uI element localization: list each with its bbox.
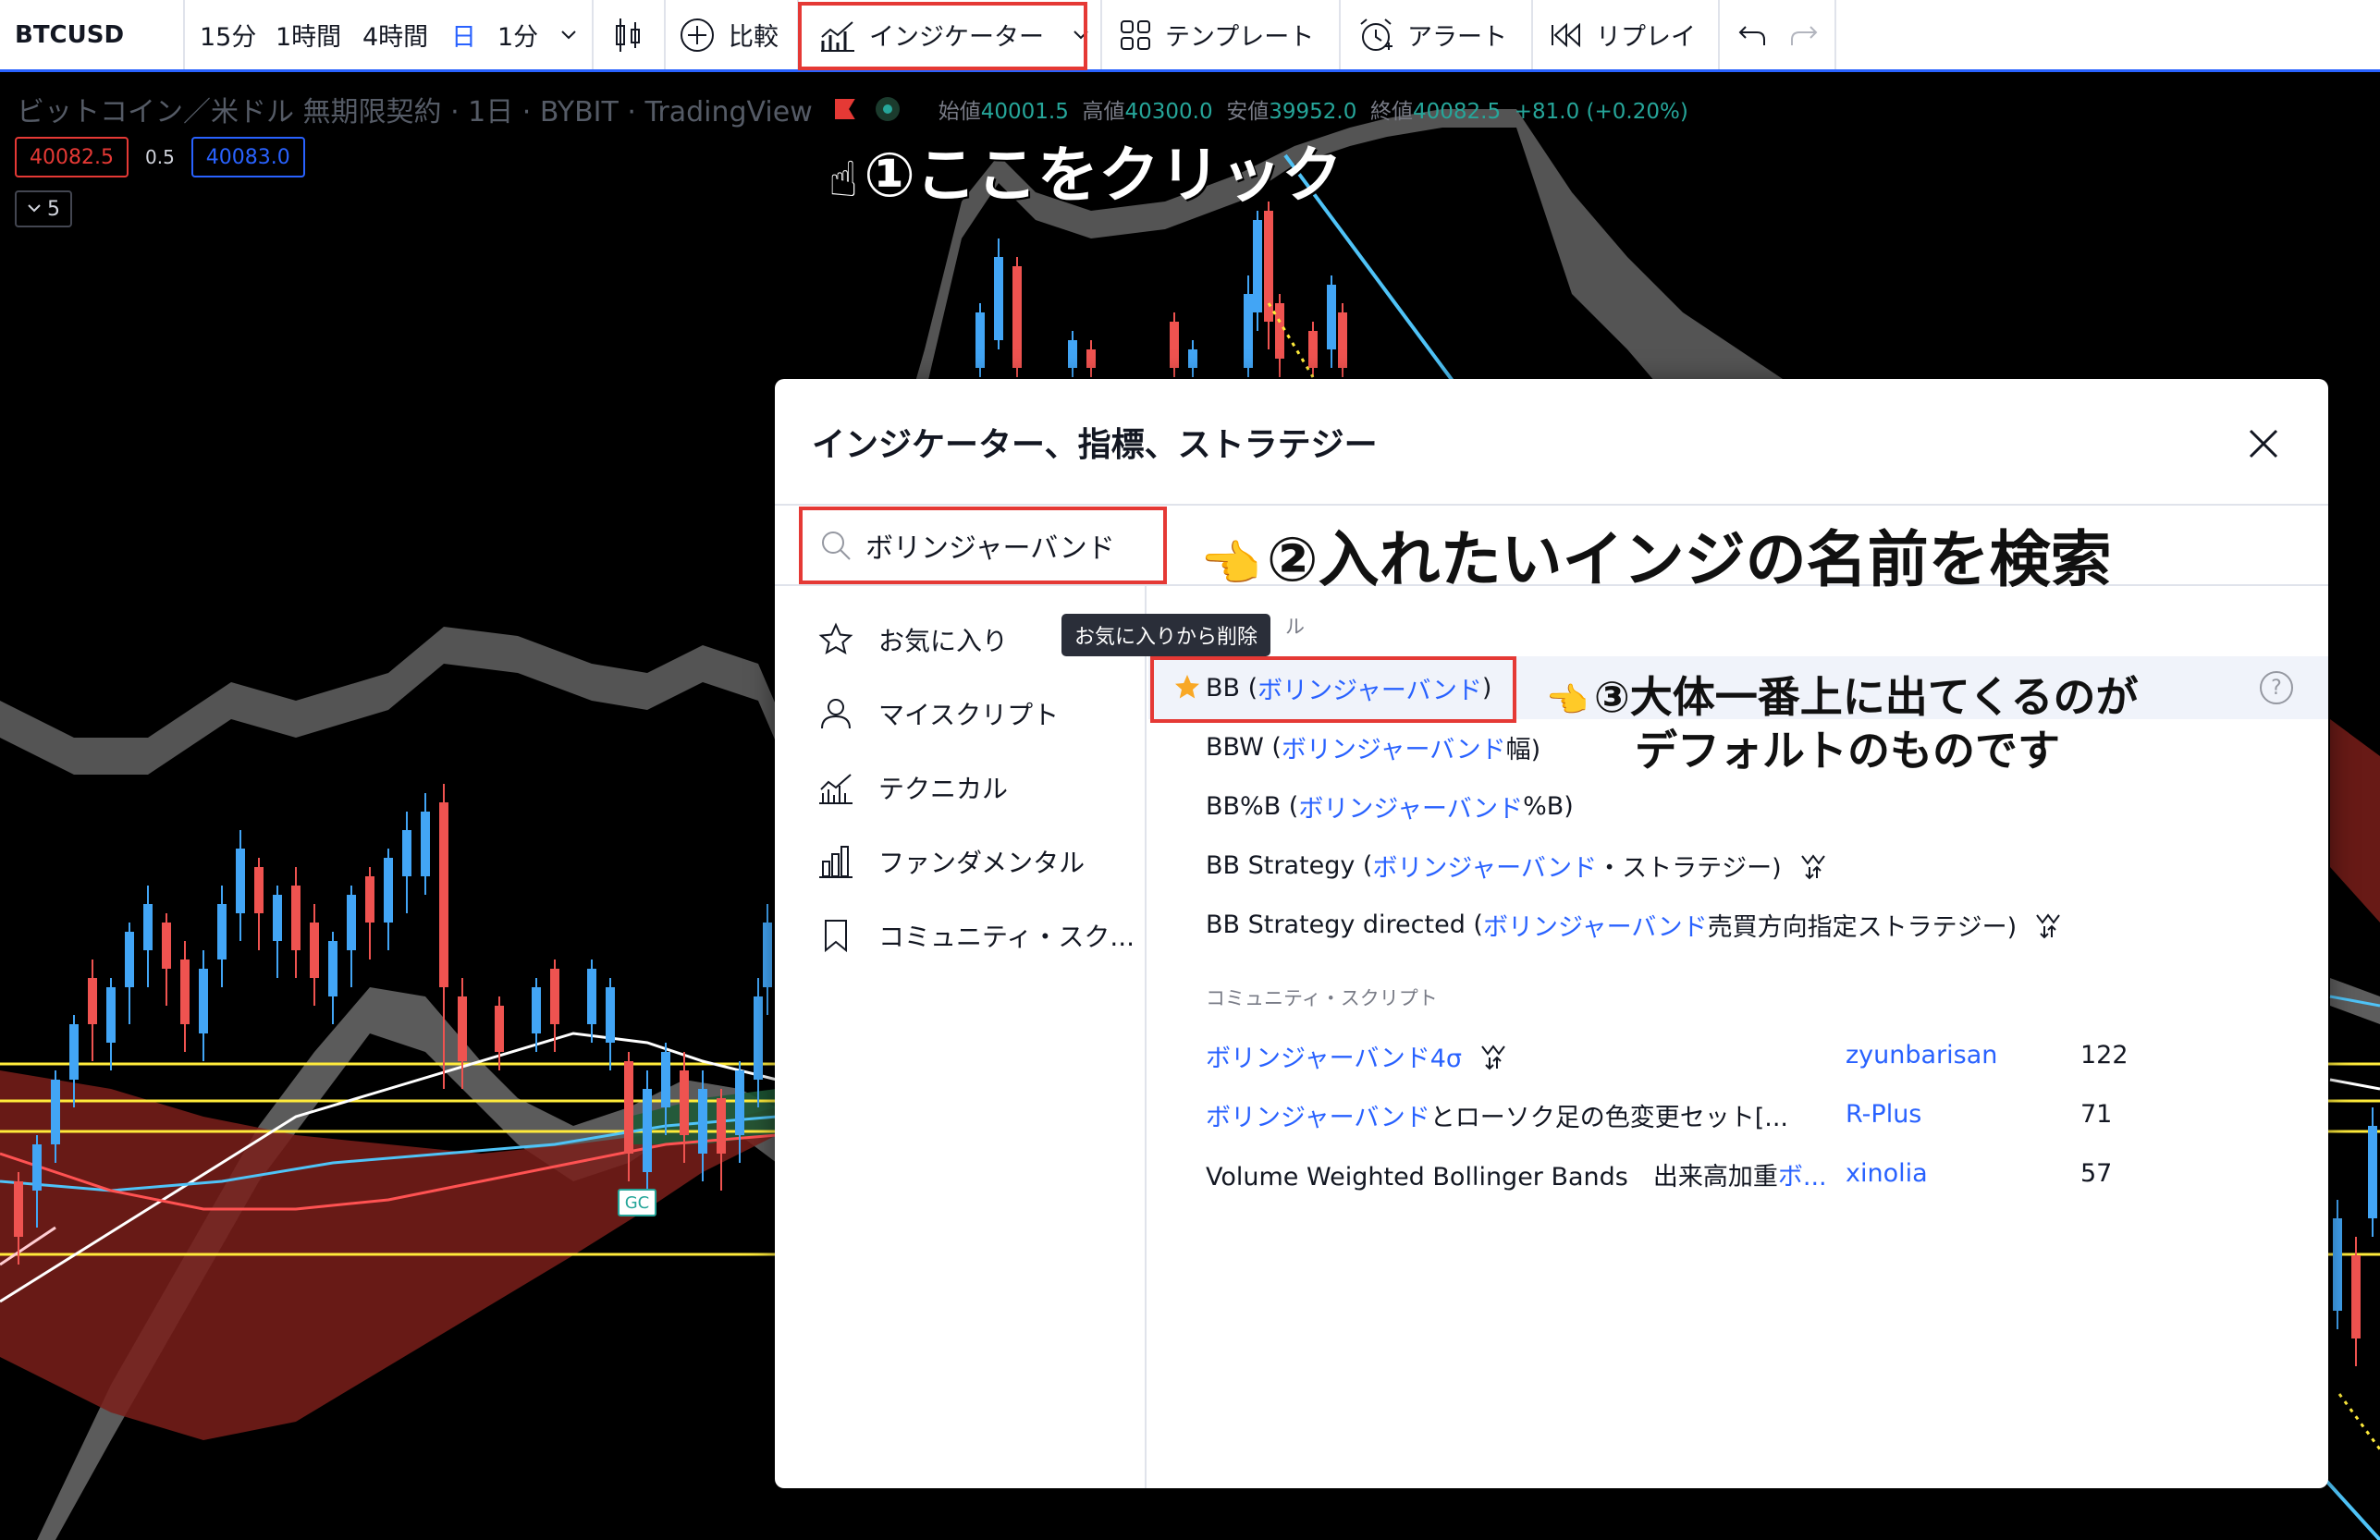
divider (1531, 0, 1533, 69)
strategy-icon (2036, 913, 2061, 939)
spread-value: 0.5 (144, 146, 175, 168)
indicator-search-box[interactable] (799, 507, 1167, 584)
annotation-step1: ☝①ここをクリック (828, 140, 1343, 211)
symbol-search[interactable]: BTCUSD (15, 0, 124, 69)
close-icon[interactable] (2243, 423, 2284, 464)
interval-4h[interactable]: 4時間 (362, 0, 428, 69)
indicator-item-bbw[interactable]: BBW (ボリンジャーバンド 幅) (1206, 725, 1540, 769)
community-item[interactable]: ボリンジャーバンド とローソク足の色変更セット[... (1206, 1093, 1788, 1137)
templates-button[interactable]: テンプレート (1119, 0, 1314, 69)
category-favorites[interactable]: お気に入り (817, 619, 1008, 660)
candle-style-icon[interactable] (612, 0, 644, 69)
annotation-step2: 👈②入れたいインジの名前を検索 (1200, 524, 2112, 595)
interval-15m[interactable]: 15分 (200, 0, 256, 69)
strategy-icon (1800, 854, 1825, 880)
sell-price-button[interactable]: 40082.5 (15, 137, 129, 177)
redo-icon[interactable] (1788, 0, 1820, 69)
rewind-icon (1552, 22, 1580, 47)
category-fundamental[interactable]: ファンダメンタル (817, 841, 1085, 882)
divider (775, 504, 2328, 506)
undo-icon[interactable] (1736, 0, 1768, 69)
indicator-item-bbpb[interactable]: BB%B (ボリンジャーバンド %B) (1206, 784, 1574, 828)
divider (1834, 0, 1836, 69)
alert-label: アラート (1407, 23, 1507, 52)
bookmark-icon (825, 920, 847, 953)
alert-button[interactable]: アラート (1357, 0, 1507, 69)
chart-legend: ビットコイン／米ドル 無期限契約 · 1日 · BYBIT · TradingV… (17, 89, 1688, 129)
help-icon[interactable]: ? (2260, 671, 2293, 704)
category-sidebar: お気に入り マイスクリプト テクニカル ファンダメンタル コミュニティ・スク..… (775, 586, 1147, 1488)
divider (183, 0, 185, 69)
community-item[interactable]: Volume Weighted Bollinger Bands 出来高加重 ボ..… (1206, 1152, 1827, 1196)
community-author[interactable]: zyunbarisan (1846, 1041, 1997, 1069)
star-outline-icon (818, 622, 853, 655)
indicator-collapse-button[interactable]: 5 (15, 190, 72, 227)
technical-section-label: ル (1285, 616, 1305, 638)
golden-cross-label: GC (618, 1189, 656, 1216)
top-toolbar: BTCUSD 15分 1時間 4時間 日 1分 比較 インジケーター テンプレー… (0, 0, 2380, 72)
quick-trade-badges: 40082.5 0.5 40083.0 (15, 137, 305, 177)
chevron-down-icon (28, 204, 41, 213)
replay-button[interactable]: リプレイ (1550, 0, 1696, 69)
indicator-count: 5 (47, 197, 60, 221)
divider (1100, 0, 1102, 69)
remove-favorite-tooltip: お気に入りから削除 (1061, 614, 1271, 656)
indicators-highlight-box (798, 2, 1087, 70)
interval-1m[interactable]: 1分 (497, 0, 538, 69)
annotation-step3-line1: 👈 ③大体一番上に出てくるのが (1546, 672, 2139, 722)
community-author[interactable]: xinolia (1846, 1159, 1928, 1188)
category-community[interactable]: コミュニティ・スク... (817, 915, 1135, 956)
compare-button[interactable]: 比較 (679, 0, 779, 69)
community-author[interactable]: R-Plus (1846, 1100, 1921, 1129)
market-status-icon (875, 97, 900, 121)
community-section-label: コミュニティ・スクリプト (1206, 987, 1438, 1009)
interval-dropdown-chevron-icon[interactable] (560, 0, 577, 69)
replay-label: リプレイ (1596, 23, 1696, 52)
templates-label: テンプレート (1165, 23, 1315, 52)
interval-1h[interactable]: 1時間 (276, 0, 341, 69)
pointing-hand-icon: ☝ (828, 152, 859, 208)
divider (1718, 0, 1720, 69)
compare-label: 比較 (729, 23, 779, 52)
annotation-step3-line2: デフォルトのものです (1635, 726, 2060, 776)
community-item[interactable]: ボリンジャーバンド4σ (1206, 1033, 1508, 1078)
divider (1339, 0, 1341, 69)
strategy-icon (1481, 1045, 1505, 1070)
category-my-scripts[interactable]: マイスクリプト (817, 693, 1059, 734)
pointing-hand-icon: 👈 (1546, 680, 1589, 720)
community-likes: 57 (2080, 1159, 2113, 1188)
community-likes: 122 (2080, 1041, 2129, 1069)
alarm-clock-icon (1360, 18, 1392, 51)
divider (592, 0, 594, 69)
pointing-hand-icon: 👈 (1200, 536, 1261, 593)
indicator-item-bb-strategy-directed[interactable]: BB Strategy directed (ボリンジャーバンド 売買方向指定ストラ… (1206, 902, 2063, 947)
dialog-title: インジケーター、指標、ストラテジー (812, 426, 1378, 464)
ohlc-values: 始値40001.5 高値40300.0 安値39952.0 終値40082.5 … (938, 100, 1688, 124)
category-technical[interactable]: テクニカル (817, 767, 1008, 808)
plus-circle-icon (681, 18, 714, 52)
search-icon (822, 532, 851, 560)
user-icon (821, 699, 851, 729)
divider (664, 0, 666, 69)
bar-chart-icon (819, 846, 853, 878)
chart-title: ビットコイン／米ドル 無期限契約 · 1日 · BYBIT · TradingV… (17, 96, 813, 128)
flag-icon[interactable] (834, 99, 855, 119)
buy-price-button[interactable]: 40083.0 (190, 137, 305, 177)
technical-chart-icon (819, 774, 853, 804)
community-likes: 71 (2080, 1100, 2113, 1129)
search-input[interactable] (865, 529, 1143, 562)
indicator-item-bb-strategy[interactable]: BB Strategy (ボリンジャーバンド ・ストラテジー) (1206, 843, 1828, 887)
templates-grid-icon (1121, 19, 1150, 50)
interval-1d[interactable]: 日 (451, 0, 476, 69)
bb-highlight-box (1150, 656, 1516, 723)
